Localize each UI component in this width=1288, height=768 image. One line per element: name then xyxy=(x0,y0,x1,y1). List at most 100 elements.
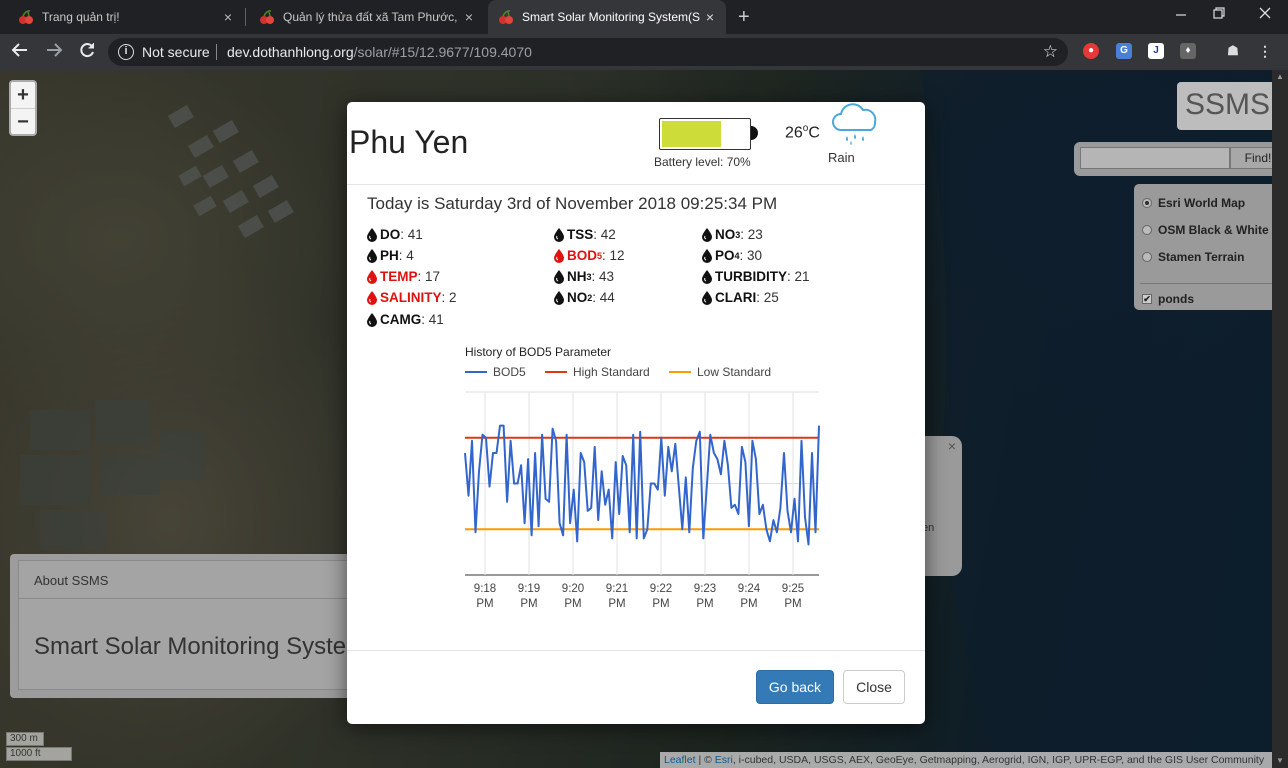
param-name: NO xyxy=(567,290,588,305)
reload-icon[interactable] xyxy=(75,41,99,63)
restore-icon[interactable] xyxy=(1204,6,1234,22)
param-name: DO xyxy=(380,227,401,242)
station-modal: Phu Yen Battery level: 70% 26oC Rain Tod… xyxy=(347,102,925,724)
attribution-text: , i-cubed, USDA, USGS, AEX, GeoEye, Getm… xyxy=(732,754,1265,766)
page-scrollbar[interactable]: ▲ ▼ xyxy=(1272,70,1288,768)
param-value: : 2 xyxy=(441,290,457,305)
overlay-ponds[interactable]: ✔ ponds xyxy=(1142,292,1194,306)
water-drop-icon xyxy=(554,248,564,263)
rain-cloud-icon xyxy=(832,103,877,145)
layer-osm-bw[interactable]: OSM Black & White xyxy=(1142,223,1269,237)
legend-label: BOD5 xyxy=(493,365,526,379)
bookmark-star-icon[interactable]: ☆ xyxy=(1043,42,1058,62)
x-tick-label-ampm: PM xyxy=(740,598,757,610)
about-card: About SSMS Smart Solar Monitoring System xyxy=(18,560,366,690)
temperature-unit: C xyxy=(808,124,820,142)
modal-footer-divider xyxy=(347,650,925,651)
address-bar[interactable]: i Not secure dev.dothanhlong.org/solar/#… xyxy=(108,38,1068,66)
scale-imperial: 1000 ft xyxy=(6,747,72,761)
tab-admin[interactable]: Trang quản trị! × xyxy=(8,0,244,34)
checkbox-checked-icon[interactable]: ✔ xyxy=(1142,294,1152,304)
param-name: CLARI xyxy=(715,290,757,305)
water-drop-icon xyxy=(367,248,377,263)
legend-label: High Standard xyxy=(573,365,650,379)
close-button[interactable]: Close xyxy=(843,670,905,704)
new-tab-icon[interactable]: + xyxy=(738,6,750,29)
info-icon[interactable]: i xyxy=(118,44,134,60)
zoom-control: + − xyxy=(9,80,37,136)
popup-close-icon[interactable]: × xyxy=(948,438,956,454)
cherry-favicon-icon xyxy=(19,10,33,24)
param-value: : 23 xyxy=(740,227,763,242)
x-tick-label: 9:24 xyxy=(738,583,761,595)
browser-tabstrip: Trang quản trị! × Quản lý thửa đất xã Ta… xyxy=(0,0,1288,34)
radio-icon[interactable] xyxy=(1142,225,1152,235)
battery-label: Battery level: 70% xyxy=(654,155,751,169)
water-drop-icon xyxy=(367,269,377,284)
param-name: CAMG xyxy=(380,312,422,327)
scroll-up-icon[interactable]: ▲ xyxy=(1276,72,1284,81)
window-close-icon[interactable] xyxy=(1250,6,1280,22)
param-value: : 41 xyxy=(421,312,444,327)
layer-label: OSM Black & White xyxy=(1158,223,1269,237)
param-salinity: SALINITY: 2 xyxy=(367,290,457,305)
j-extension-icon[interactable]: J xyxy=(1148,43,1164,59)
cherry-favicon-icon xyxy=(499,10,513,24)
param-no2: NO 2: 44 xyxy=(554,290,615,305)
layer-label: Esri World Map xyxy=(1158,196,1246,210)
scroll-down-icon[interactable]: ▼ xyxy=(1276,756,1284,765)
layer-esri-world-map[interactable]: Esri World Map xyxy=(1142,196,1245,210)
translate-extension-icon[interactable]: G xyxy=(1116,43,1132,59)
about-title: Smart Solar Monitoring System xyxy=(34,633,367,660)
param-value: : 17 xyxy=(417,269,441,284)
param-value: : 21 xyxy=(787,269,810,284)
tab-land-management[interactable]: Quản lý thửa đất xã Tam Phước, I × xyxy=(249,0,485,34)
minimize-icon[interactable] xyxy=(1166,6,1196,22)
map-search-input[interactable] xyxy=(1080,147,1230,169)
x-tick-label: 9:22 xyxy=(650,583,672,595)
param-name: SALINITY xyxy=(380,290,442,305)
param-bod5: BOD 5: 12 xyxy=(554,248,625,263)
x-tick-label-ampm: PM xyxy=(564,598,581,610)
x-tick-label: 9:23 xyxy=(694,583,716,595)
param-value: : 42 xyxy=(593,227,616,242)
incognito-extension-icon[interactable]: ☗ xyxy=(1225,43,1241,59)
layer-label: Stamen Terrain xyxy=(1158,250,1245,264)
radio-icon[interactable] xyxy=(1142,252,1152,262)
url-text[interactable]: dev.dothanhlong.org/solar/#15/12.9677/10… xyxy=(227,44,532,60)
modal-header-divider xyxy=(347,184,925,185)
water-drop-icon xyxy=(702,227,712,242)
date-line: Today is Saturday 3rd of November 2018 0… xyxy=(367,194,778,213)
map-search: Find! xyxy=(1074,142,1288,176)
weather-label: Rain xyxy=(828,150,855,165)
tab-ssms[interactable]: Smart Solar Monitoring System(S × xyxy=(488,0,726,34)
go-back-button[interactable]: Go back xyxy=(756,670,834,704)
bulb-extension-icon[interactable]: ♦ xyxy=(1180,43,1196,59)
layer-stamen-terrain[interactable]: Stamen Terrain xyxy=(1142,250,1244,264)
ssms-brand: SSMS xyxy=(1177,82,1287,130)
water-drop-icon xyxy=(554,227,564,242)
map-popup: × en xyxy=(920,436,962,576)
water-drop-icon xyxy=(554,290,564,305)
tab-close-icon[interactable]: × xyxy=(461,9,477,25)
param-name: TURBIDITY xyxy=(715,269,787,284)
forward-arrow-icon[interactable] xyxy=(42,41,66,63)
param-value: : 4 xyxy=(398,248,414,263)
adblock-extension-icon[interactable]: ● xyxy=(1083,43,1099,59)
menu-dots-icon[interactable]: ⋮ xyxy=(1257,43,1273,59)
tab-close-icon[interactable]: × xyxy=(220,9,236,25)
tab-close-icon[interactable]: × xyxy=(702,9,718,25)
security-label: Not secure xyxy=(142,44,210,60)
zoom-out-button[interactable]: − xyxy=(11,108,35,134)
param-name: TEMP xyxy=(380,269,418,284)
back-arrow-icon[interactable] xyxy=(8,41,32,63)
layer-control: Esri World Map OSM Black & White Stamen … xyxy=(1134,184,1288,310)
esri-link[interactable]: Esri xyxy=(715,754,733,766)
zoom-in-button[interactable]: + xyxy=(11,82,35,108)
x-tick-label-ampm: PM xyxy=(476,598,493,610)
battery-fill xyxy=(662,121,721,147)
leaflet-link[interactable]: Leaflet xyxy=(664,754,696,766)
param-name: NO xyxy=(715,227,736,242)
radio-selected-icon[interactable] xyxy=(1142,198,1152,208)
param-value: : 43 xyxy=(591,269,615,284)
